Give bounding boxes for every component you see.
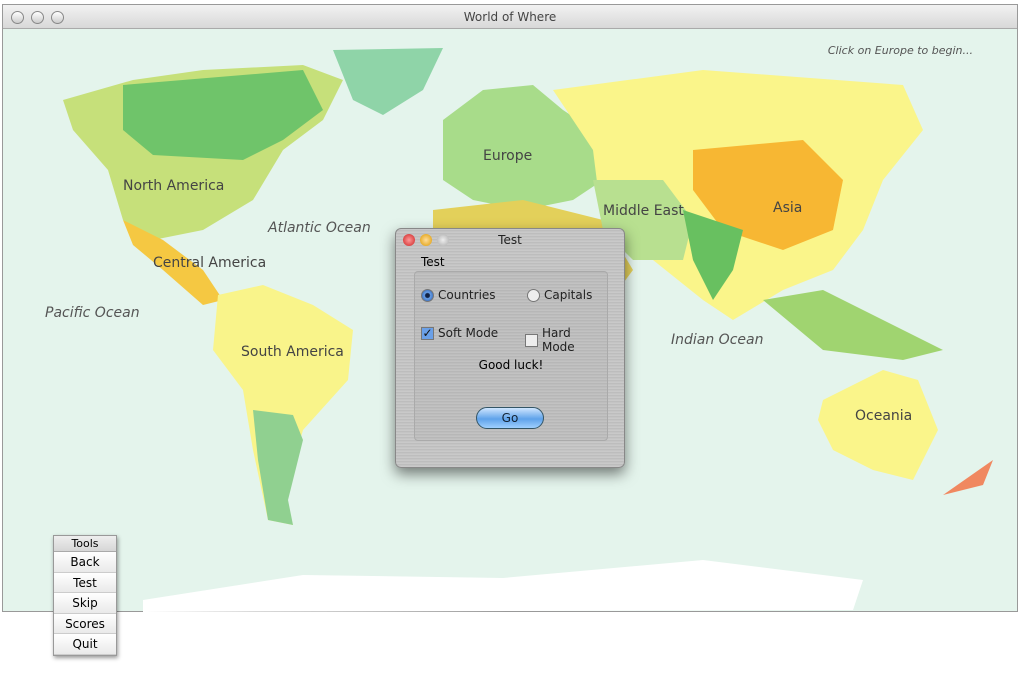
skip-button[interactable]: Skip: [54, 593, 116, 614]
tools-palette: Tools Back Test Skip Scores Quit: [53, 535, 117, 656]
region-southeast-asia: [763, 290, 943, 360]
region-greenland: [333, 48, 443, 115]
back-button[interactable]: Back: [54, 552, 116, 573]
label-indian-ocean: Indian Ocean: [671, 332, 764, 348]
radio-unselected-icon: [527, 288, 540, 302]
label-asia[interactable]: Asia: [773, 200, 802, 216]
test-dialog: Test Test Countries Capitals ✓ Soft Mode …: [395, 228, 625, 468]
checkmark-icon: ✓: [421, 325, 434, 340]
label-atlantic-ocean: Atlantic Ocean: [268, 220, 371, 236]
group-label: Test: [421, 255, 445, 269]
label-pacific-ocean: Pacific Ocean: [45, 305, 140, 321]
test-button[interactable]: Test: [54, 572, 116, 593]
hard-mode-label: Hard Mode: [541, 326, 575, 354]
capitals-radio[interactable]: Capitals: [527, 288, 592, 302]
window-title: World of Where: [463, 10, 557, 24]
region-antarctica: [143, 560, 863, 612]
label-north-america[interactable]: North America: [123, 178, 224, 194]
instruction-text: Click on Europe to begin...: [827, 44, 973, 57]
region-oceania: [818, 370, 938, 480]
go-button[interactable]: Go: [476, 407, 544, 429]
soft-mode-label: Soft Mode: [438, 326, 499, 340]
scores-button[interactable]: Scores: [54, 613, 116, 634]
region-south-america-2: [253, 410, 303, 525]
title-bar: World of Where: [3, 5, 1017, 29]
region-canada: [123, 70, 323, 160]
label-middle-east[interactable]: Middle East: [603, 203, 684, 219]
dialog-title: Test: [498, 233, 522, 247]
radio-selected-icon: [421, 288, 434, 302]
quit-button[interactable]: Quit: [54, 634, 116, 655]
hard-mode-checkbox[interactable]: Hard Mode: [525, 326, 607, 354]
label-central-america[interactable]: Central America: [153, 255, 266, 271]
label-europe[interactable]: Europe: [483, 148, 532, 164]
checkbox-empty-icon: [525, 333, 538, 347]
message-text: Good luck!: [478, 358, 544, 372]
label-south-america[interactable]: South America: [241, 344, 344, 360]
countries-label: Countries: [438, 288, 496, 302]
region-new-zealand: [943, 460, 993, 495]
label-oceania[interactable]: Oceania: [855, 408, 912, 424]
capitals-label: Capitals: [544, 288, 593, 302]
soft-mode-checkbox[interactable]: ✓ Soft Mode: [421, 326, 498, 340]
tools-title: Tools: [54, 536, 116, 552]
countries-radio[interactable]: Countries: [421, 288, 496, 302]
